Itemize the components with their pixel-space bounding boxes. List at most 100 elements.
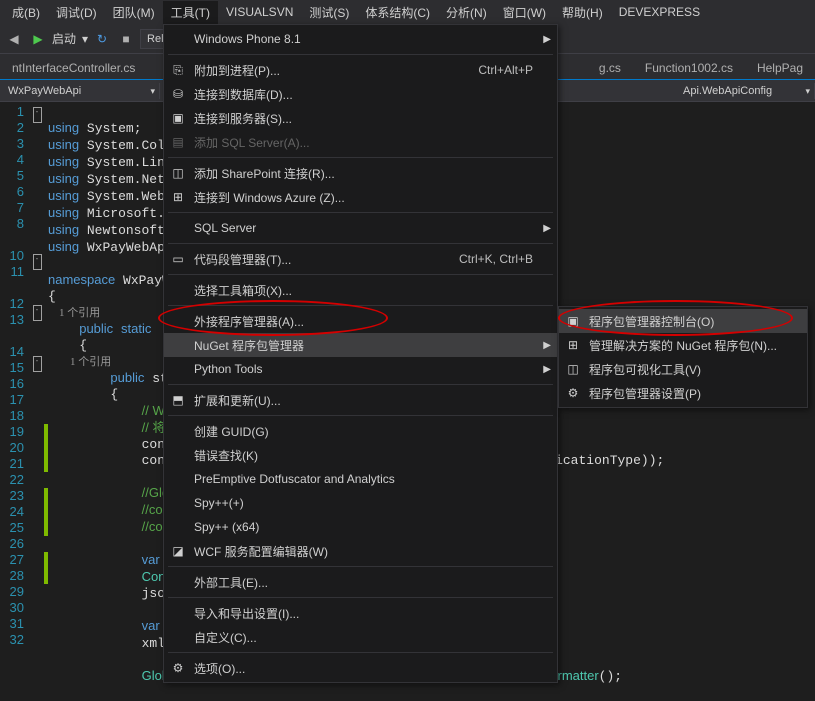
submenu-arrow-icon: ▶ xyxy=(543,364,551,375)
tools-menu-item[interactable]: 外部工具(E)... xyxy=(164,570,557,594)
tools-menu-item[interactable]: 创建 GUID(G) xyxy=(164,419,557,443)
menu-label: 连接到服务器(S)... xyxy=(194,110,292,127)
stop-icon[interactable]: ■ xyxy=(116,29,136,49)
tools-menu-item[interactable]: PreEmptive Dotfuscator and Analytics xyxy=(164,467,557,491)
menu-label: 选项(O)... xyxy=(194,660,245,677)
file-tab[interactable]: Function1002.cs xyxy=(633,57,745,79)
tools-menu-item[interactable]: SQL Server ▶ xyxy=(164,216,557,240)
menu-label: 外接程序管理器(A)... xyxy=(194,313,304,330)
tools-menu: Windows Phone 8.1▶⎘附加到进程(P)...Ctrl+Alt+P… xyxy=(163,24,558,683)
menu-icon: ◫ xyxy=(170,166,186,180)
tools-menu-item[interactable]: 错误查找(K) xyxy=(164,443,557,467)
tools-menu-item[interactable]: ⬒ 扩展和更新(U)... xyxy=(164,388,557,412)
tools-menu-item[interactable]: Python Tools▶ xyxy=(164,357,557,381)
menu-label: 创建 GUID(G) xyxy=(194,423,269,440)
tools-menu-item[interactable]: NuGet 程序包管理器 ▶ xyxy=(164,333,557,357)
menu-team[interactable]: 团队(M) xyxy=(105,1,163,24)
tools-menu-item[interactable]: 选择工具箱项(X)... xyxy=(164,278,557,302)
menu-window[interactable]: 窗口(W) xyxy=(495,1,554,24)
menu-icon: ⛁ xyxy=(170,87,186,101)
tools-menu-item[interactable]: 导入和导出设置(I)... xyxy=(164,601,557,625)
menu-label: 连接到数据库(D)... xyxy=(194,86,293,103)
menu-shortcut: Ctrl+K, Ctrl+B xyxy=(429,252,533,266)
menu-debug[interactable]: 调试(D) xyxy=(48,1,105,24)
menu-label: 程序包可视化工具(V) xyxy=(589,361,701,378)
refresh-icon[interactable]: ↻ xyxy=(92,29,112,49)
tools-menu-item[interactable]: ⊞ 连接到 Windows Azure (Z)... xyxy=(164,185,557,209)
menu-analyze[interactable]: 分析(N) xyxy=(438,1,495,24)
tools-menu-item[interactable]: ▭ 代码段管理器(T)... Ctrl+K, Ctrl+B xyxy=(164,247,557,271)
fold-gutter[interactable]: - --- xyxy=(30,102,44,650)
tools-menu-item[interactable]: ⚙选项(O)... xyxy=(164,656,557,680)
menu-bar: 成(B) 调试(D) 团队(M) 工具(T) VISUALSVN 测试(S) 体… xyxy=(0,0,815,24)
submenu-arrow-icon: ▶ xyxy=(543,34,551,45)
tools-menu-item[interactable]: ▣ 连接到服务器(S)... xyxy=(164,106,557,130)
menu-label: 连接到 Windows Azure (Z)... xyxy=(194,189,345,206)
menu-visualsvn[interactable]: VISUALSVN xyxy=(218,2,301,22)
menu-icon: ⊞ xyxy=(170,190,186,204)
nuget-submenu-item[interactable]: ◫ 程序包可视化工具(V) xyxy=(559,357,807,381)
menu-devexpress[interactable]: DEVEXPRESS xyxy=(611,2,708,22)
submenu-arrow-icon: ▶ xyxy=(543,340,551,351)
nuget-submenu-item[interactable]: ⊞ 管理解决方案的 NuGet 程序包(N)... xyxy=(559,333,807,357)
menu-label: 外部工具(E)... xyxy=(194,574,268,591)
change-indicator xyxy=(44,488,48,536)
namespace-dropdown[interactable]: WxPayWebApi xyxy=(0,83,160,99)
tools-menu-item[interactable]: 自定义(C)... xyxy=(164,625,557,649)
line-gutter: 12345678 1011 1213 1415 1617181920212223… xyxy=(0,102,30,650)
tools-menu-item[interactable]: Spy++ (x64) xyxy=(164,515,557,539)
menu-icon: ◪ xyxy=(170,544,186,558)
nuget-submenu-item[interactable]: ▣ 程序包管理器控制台(O) xyxy=(559,309,807,333)
menu-label: WCF 服务配置编辑器(W) xyxy=(194,543,328,560)
submenu-arrow-icon: ▶ xyxy=(543,223,551,234)
tools-menu-item[interactable]: ⎘附加到进程(P)...Ctrl+Alt+P xyxy=(164,58,557,82)
menu-label: 错误查找(K) xyxy=(194,447,258,464)
menu-icon: ⎘ xyxy=(170,63,186,78)
tools-menu-item: ▤ 添加 SQL Server(A)... xyxy=(164,130,557,154)
menu-label: 选择工具箱项(X)... xyxy=(194,282,292,299)
menu-label: 附加到进程(P)... xyxy=(194,62,280,79)
start-icon[interactable]: ▶ xyxy=(28,29,48,49)
menu-icon: ⊞ xyxy=(565,338,581,352)
menu-label: Spy++(+) xyxy=(194,496,244,510)
menu-label: 程序包管理器设置(P) xyxy=(589,385,701,402)
class-dropdown[interactable]: Api.WebApiConfig xyxy=(675,83,815,99)
menu-build[interactable]: 成(B) xyxy=(4,1,48,24)
menu-label: NuGet 程序包管理器 xyxy=(194,337,304,354)
menu-icon: ▤ xyxy=(170,135,186,149)
menu-label: 添加 SQL Server(A)... xyxy=(194,134,310,151)
menu-label: SQL Server xyxy=(194,221,256,235)
nuget-submenu: ▣ 程序包管理器控制台(O) ⊞ 管理解决方案的 NuGet 程序包(N)... ◫ 程序… xyxy=(558,306,808,408)
nuget-submenu-item[interactable]: ⚙ 程序包管理器设置(P) xyxy=(559,381,807,405)
menu-tools[interactable]: 工具(T) xyxy=(163,1,218,24)
tools-menu-item[interactable]: ◫ 添加 SharePoint 连接(R)... xyxy=(164,161,557,185)
menu-icon: ◫ xyxy=(565,362,581,376)
menu-architecture[interactable]: 体系结构(C) xyxy=(357,1,438,24)
tools-menu-item[interactable]: Spy++(+) xyxy=(164,491,557,515)
menu-label: 程序包管理器控制台(O) xyxy=(589,313,714,330)
menu-icon: ▣ xyxy=(565,314,581,328)
menu-label: 添加 SharePoint 连接(R)... xyxy=(194,165,335,182)
back-icon[interactable]: ◀ xyxy=(4,29,24,49)
menu-icon: ⬒ xyxy=(170,393,186,407)
tools-menu-item[interactable]: 外接程序管理器(A)... xyxy=(164,309,557,333)
file-tab[interactable]: ntInterfaceController.cs xyxy=(0,57,147,79)
menu-label: 管理解决方案的 NuGet 程序包(N)... xyxy=(589,337,777,354)
start-label[interactable]: 启动 xyxy=(52,30,76,47)
tools-menu-item[interactable]: Windows Phone 8.1▶ xyxy=(164,27,557,51)
menu-test[interactable]: 测试(S) xyxy=(301,1,357,24)
menu-label: 导入和导出设置(I)... xyxy=(194,605,299,622)
tools-menu-item[interactable]: ◪ WCF 服务配置编辑器(W) xyxy=(164,539,557,563)
menu-icon: ⚙ xyxy=(565,386,581,400)
menu-icon: ▣ xyxy=(170,111,186,125)
menu-label: 代码段管理器(T)... xyxy=(194,251,291,268)
menu-help[interactable]: 帮助(H) xyxy=(554,1,611,24)
menu-icon: ▭ xyxy=(170,252,186,266)
menu-label: 自定义(C)... xyxy=(194,629,257,646)
menu-label: Spy++ (x64) xyxy=(194,520,259,534)
file-tab[interactable]: HelpPag xyxy=(745,57,815,79)
change-indicator xyxy=(44,552,48,584)
tools-menu-item[interactable]: ⛁ 连接到数据库(D)... xyxy=(164,82,557,106)
file-tab[interactable]: g.cs xyxy=(587,57,633,79)
menu-label: 扩展和更新(U)... xyxy=(194,392,281,409)
